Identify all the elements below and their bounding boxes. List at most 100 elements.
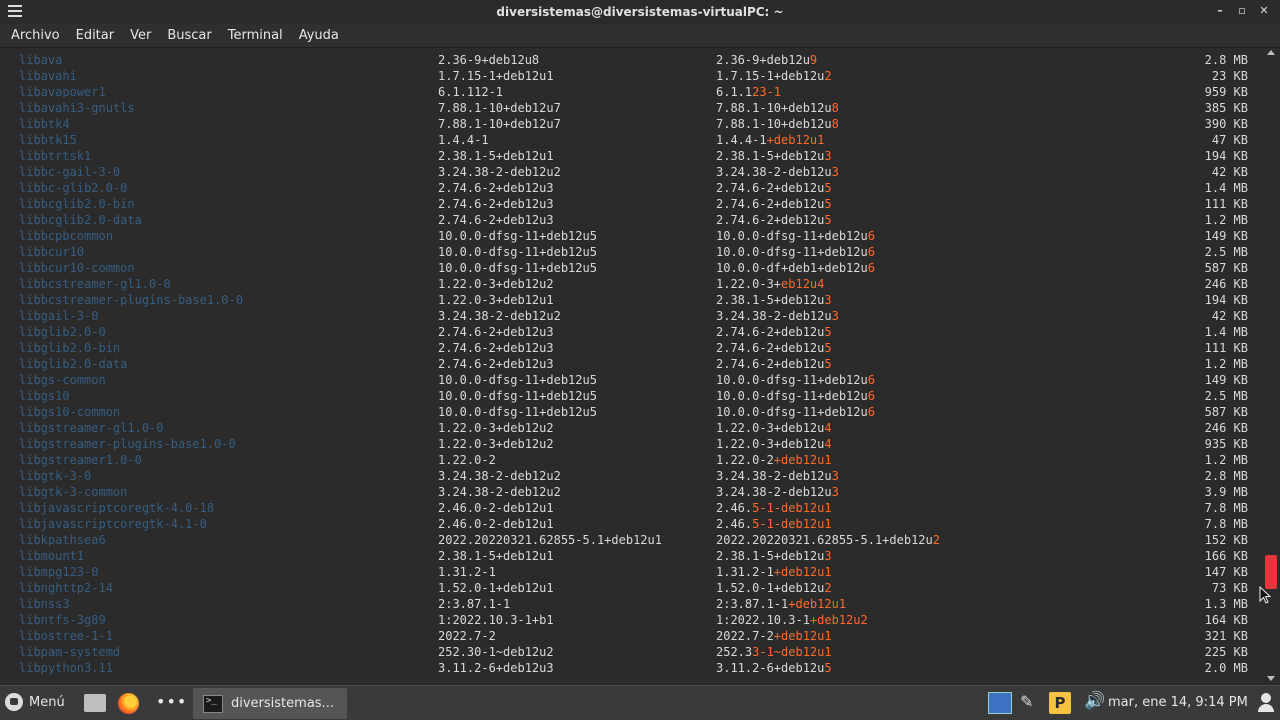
download-size: 42 KB — [1211, 165, 1248, 179]
new-version-base: 7.88.1-10+deb12u — [716, 117, 832, 131]
package-row: libnss3 2:3.87.1-1 2:3.87.1-1+deb12u1 1.3 M… — [0, 596, 1262, 612]
new-version: 2022.20220321.62855-5.1+deb12u2 — [716, 532, 940, 548]
network-manager-icon[interactable] — [988, 692, 1012, 714]
current-version: 2.36-9+deb12u8 — [438, 53, 540, 67]
new-version-change: 3-1~deb12u1 — [752, 645, 832, 659]
package-name: libavahi — [19, 69, 77, 83]
download-size: 1.2 MB — [1204, 357, 1248, 371]
package-name: libmount1 — [19, 549, 85, 563]
new-version-base: 3.11.2-6+deb12u — [716, 661, 825, 675]
new-version: 1.31.2-1+deb12u1 — [716, 564, 832, 580]
new-version-base: 2.36-9+deb12u — [716, 53, 810, 67]
package-row: libjavascriptcoregtk-4.1-0 2.46.0-2-deb12… — [0, 516, 1262, 532]
new-version-change: 2 — [824, 69, 832, 83]
menu-terminal[interactable]: Terminal — [227, 28, 292, 43]
new-version-base: 1.7.15-1+deb12u — [716, 69, 825, 83]
new-version-base: 2022.7-2 — [716, 629, 774, 643]
menu-ayuda[interactable]: Ayuda — [298, 28, 348, 43]
volume-icon[interactable]: 🔊 — [1084, 691, 1105, 711]
new-version-change: 6 — [867, 373, 875, 387]
new-version: 6.1.123-1 — [716, 84, 781, 100]
current-version: 1.4.4-1 — [438, 133, 489, 147]
new-version-base: 2.74.6-2+deb12u — [716, 325, 825, 339]
new-version-change: 3 — [831, 309, 839, 323]
current-version: 3.24.38-2-deb12u2 — [438, 309, 561, 323]
download-size: 7.8 MB — [1204, 517, 1248, 531]
package-name: libbcur10-common — [19, 261, 135, 275]
p-app-icon[interactable]: P — [1049, 692, 1071, 714]
package-row: libbtrtsk1 2.38.1-5+deb12u1 2.38.1-5+deb12… — [0, 148, 1262, 164]
new-version: 2.74.6-2+deb12u5 — [716, 324, 832, 340]
current-version: 6.1.112-1 — [438, 85, 504, 99]
package-row: libkpathsea6 2022.20220321.62855-5.1+deb1… — [0, 532, 1262, 548]
close-icon[interactable]: ✕ — [1258, 4, 1270, 17]
download-size: 587 KB — [1204, 405, 1248, 419]
minimize-icon[interactable]: – — [1214, 4, 1226, 17]
mint-logo-icon — [5, 693, 23, 711]
new-version: 2.74.6-2+deb12u5 — [716, 340, 832, 356]
download-size: 149 KB — [1204, 373, 1248, 387]
menu-archivo[interactable]: Archivo — [10, 28, 69, 43]
download-size: 321 KB — [1204, 629, 1248, 643]
package-name: libgs10 — [19, 389, 70, 403]
new-version-base: 7.88.1-10+deb12u — [716, 101, 832, 115]
current-version: 3.24.38-2-deb12u2 — [438, 485, 561, 499]
download-size: 166 KB — [1204, 549, 1248, 563]
package-name: libbcpbcommon — [19, 229, 113, 243]
current-version: 7.88.1-10+deb12u7 — [438, 101, 561, 115]
new-version-change: 23-1 — [752, 85, 782, 99]
new-version-base: 10.0.0-dfsg-11+deb12u — [716, 245, 868, 259]
firefox-icon[interactable] — [118, 693, 139, 714]
download-size: 194 KB — [1204, 293, 1248, 307]
menu-editar[interactable]: Editar — [75, 28, 124, 43]
new-version-change: 6 — [867, 405, 875, 419]
current-version: 2.38.1-5+deb12u1 — [438, 549, 554, 563]
clock[interactable]: mar, ene 14, 9:14 PM — [1108, 695, 1248, 710]
new-version-base: 1.31.2-1 — [716, 565, 774, 579]
package-name: libglib2.0-bin — [19, 341, 121, 355]
new-version-base: 1:2022.10.3-1 — [716, 613, 810, 627]
menu-ver[interactable]: Ver — [129, 28, 160, 43]
package-row: libgs10-common 10.0.0-dfsg-11+deb12u5 10.0… — [0, 404, 1262, 420]
new-version-base: 1.22.0-2 — [716, 453, 774, 467]
taskbar-terminal-task[interactable]: diversistemas... — [193, 688, 347, 719]
new-version-base: 2.74.6-2+deb12u — [716, 341, 825, 355]
download-size: 587 KB — [1204, 261, 1248, 275]
new-version-base: 2.46. — [716, 517, 753, 531]
terminal-output[interactable]: libava 2.36-9+deb12u8 2.36-9+deb12u9 2.8 MB… — [0, 48, 1262, 685]
new-version-change: 5 — [824, 341, 832, 355]
new-version-change: 3 — [824, 549, 832, 563]
current-version: 10.0.0-dfsg-11+deb12u5 — [438, 229, 597, 243]
start-menu-button[interactable]: Menú — [5, 693, 65, 711]
scroll-down-arrow-icon[interactable] — [1267, 676, 1275, 681]
new-version-change: 5-1-deb12u1 — [752, 517, 832, 531]
download-size: 23 KB — [1211, 69, 1248, 83]
new-version: 10.0.0-dfsg-11+deb12u6 — [716, 388, 875, 404]
window-titlebar[interactable]: diversistemas@diversistemas-virtualPC: ~… — [0, 0, 1280, 24]
pen-tool-icon[interactable]: ✎ — [1020, 692, 1033, 711]
download-size: 246 KB — [1204, 421, 1248, 435]
more-apps-icon[interactable]: ••• — [156, 692, 187, 711]
hamburger-menu-icon[interactable] — [8, 5, 22, 17]
download-size: 1.4 MB — [1204, 181, 1248, 195]
current-version: 2.74.6-2+deb12u3 — [438, 325, 554, 339]
current-version: 2.74.6-2+deb12u3 — [438, 357, 554, 371]
current-version: 1.22.0-3+deb12u2 — [438, 277, 554, 291]
new-version: 2.46.5-1-deb12u1 — [716, 516, 832, 532]
user-icon[interactable] — [1257, 693, 1275, 713]
package-name: libpython3.11 — [19, 661, 113, 675]
current-version: 2.46.0-2-deb12u1 — [438, 501, 554, 515]
new-version-base: 3.24.38-2-deb12u — [716, 165, 832, 179]
download-size: 385 KB — [1204, 101, 1248, 115]
maximize-icon[interactable]: ▫ — [1236, 4, 1248, 17]
new-version-change: 4 — [824, 421, 832, 435]
package-row: libnghttp2-14 1.52.0-1+deb12u1 1.52.0-1+de… — [0, 580, 1262, 596]
menu-buscar[interactable]: Buscar — [166, 28, 220, 43]
scrollbar-thumb[interactable] — [1265, 555, 1277, 589]
new-version: 1.22.0-2+deb12u1 — [716, 452, 832, 468]
scroll-up-arrow-icon[interactable] — [1267, 50, 1275, 55]
package-row: libbtk15 1.4.4-1 1.4.4-1+deb12u1 47 KB — [0, 132, 1262, 148]
package-row: libbc-glib2.0-0 2.74.6-2+deb12u3 2.74.6-2+… — [0, 180, 1262, 196]
file-manager-icon[interactable] — [84, 694, 106, 712]
package-row: libbc-gail-3-0 3.24.38-2-deb12u2 3.24.38-2… — [0, 164, 1262, 180]
